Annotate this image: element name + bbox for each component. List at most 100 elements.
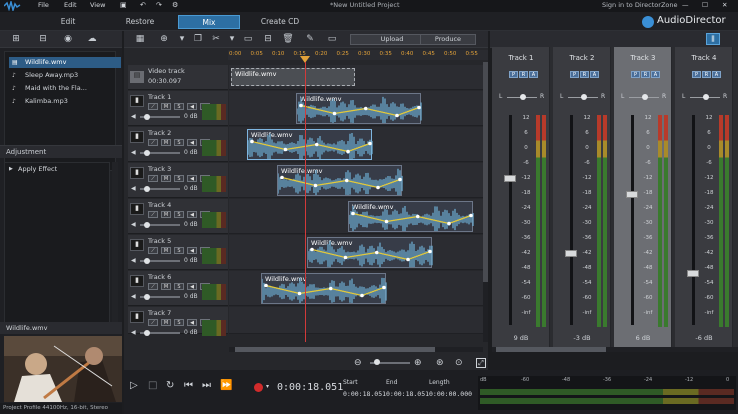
volume-slider-thumb[interactable]: [144, 114, 150, 120]
pan-slider-thumb[interactable]: [581, 94, 587, 100]
mixer-strip-button[interactable]: R: [641, 71, 650, 78]
mixer-strip-button[interactable]: R: [702, 71, 711, 78]
audio-clip[interactable]: Wildlife.wmv: [261, 273, 387, 304]
fader-cap[interactable]: [687, 270, 699, 277]
timeline-settings-icon[interactable]: ▦: [134, 34, 146, 44]
envelope-point[interactable]: [299, 103, 303, 108]
envelope-point[interactable]: [280, 175, 284, 180]
capture-icon[interactable]: ⊟: [37, 34, 49, 44]
redo-icon[interactable]: ↷: [156, 1, 162, 9]
dropdown-arrow-icon[interactable]: ▾: [176, 34, 188, 44]
fader-track[interactable]: [692, 115, 695, 325]
envelope-point[interactable]: [395, 113, 399, 118]
mixer-view-icon[interactable]: ⫼: [706, 33, 720, 45]
play-icon[interactable]: ▷: [130, 380, 138, 391]
loop-icon[interactable]: ↻: [166, 380, 174, 391]
envelope-point[interactable]: [343, 255, 348, 260]
tab-mix[interactable]: Mix: [178, 15, 240, 29]
envelope-point[interactable]: [360, 293, 364, 298]
volume-icon[interactable]: ◀: [187, 319, 197, 326]
envelope-icon[interactable]: ⟋: [148, 247, 158, 254]
audio-clip[interactable]: Wildlife.wmv: [247, 129, 373, 160]
track-lane[interactable]: Wildlife.wmv: [229, 127, 483, 162]
envelope-point[interactable]: [310, 247, 314, 252]
envelope-icon[interactable]: ⟋: [148, 319, 158, 326]
envelope-icon[interactable]: ⟋: [148, 283, 158, 290]
mixer-strip-button[interactable]: R: [519, 71, 528, 78]
volume-icon[interactable]: ◀: [187, 175, 197, 182]
library-item[interactable]: Sleep Away.mp3: [9, 70, 121, 81]
envelope-point[interactable]: [382, 285, 386, 290]
envelope-point[interactable]: [297, 291, 302, 296]
video-track-lane[interactable]: Wildlife.wmv: [229, 65, 483, 90]
zoom-fit-icon[interactable]: ⊛: [436, 358, 444, 368]
mixer-strip-button[interactable]: A: [529, 71, 538, 78]
envelope-point[interactable]: [283, 147, 288, 152]
minimize-button[interactable]: —: [682, 1, 689, 9]
record-dropdown-icon[interactable]: ▾: [266, 383, 269, 390]
library-item[interactable]: Kalimba.mp3: [9, 96, 121, 107]
fast-forward-icon[interactable]: ⏩: [220, 380, 232, 391]
audio-clip[interactable]: Wildlife.wmv: [348, 201, 474, 232]
undo-icon[interactable]: ↶: [140, 1, 146, 9]
mixer-hscrollbar[interactable]: [492, 347, 738, 352]
volume-icon[interactable]: ◀: [187, 103, 197, 110]
track-lane[interactable]: Wildlife.wmv: [229, 91, 483, 126]
envelope-point[interactable]: [368, 141, 372, 146]
fader-cap[interactable]: [565, 250, 577, 257]
delete-icon[interactable]: 🗑: [282, 34, 294, 44]
volume-slider-thumb[interactable]: [144, 222, 150, 228]
envelope-point[interactable]: [428, 249, 432, 254]
volume-icon[interactable]: ◀: [187, 283, 197, 290]
mute-button[interactable]: M: [161, 139, 171, 146]
envelope-point[interactable]: [406, 257, 410, 262]
expand-arrow-icon[interactable]: ▶: [9, 166, 13, 172]
envelope-point[interactable]: [447, 221, 451, 226]
mixer-strip-button[interactable]: A: [712, 71, 721, 78]
envelope-point[interactable]: [344, 178, 349, 183]
mute-button[interactable]: M: [161, 247, 171, 254]
envelope-point[interactable]: [363, 106, 368, 111]
envelope-point[interactable]: [250, 139, 254, 144]
volume-slider-thumb[interactable]: [144, 258, 150, 264]
envelope-point[interactable]: [332, 111, 337, 116]
mixer-strip-button[interactable]: A: [651, 71, 660, 78]
tab-restore[interactable]: Restore: [112, 15, 168, 29]
envelope-point[interactable]: [376, 185, 380, 190]
envelope-point[interactable]: [384, 219, 389, 224]
envelope-icon[interactable]: ⟋: [148, 139, 158, 146]
mixer-strip-button[interactable]: P: [692, 71, 701, 78]
audio-clip[interactable]: Wildlife.wmv: [277, 165, 403, 196]
import-media-icon[interactable]: ⊞: [10, 34, 22, 44]
volume-slider-thumb[interactable]: [144, 330, 150, 336]
fader-track[interactable]: [631, 115, 634, 325]
produce-button[interactable]: Produce: [420, 34, 476, 45]
cloud-icon[interactable]: ☁: [86, 34, 98, 44]
zoom-out-icon[interactable]: ⊖: [354, 358, 362, 368]
track-lane[interactable]: Wildlife.wmv: [229, 163, 483, 198]
envelope-point[interactable]: [415, 214, 420, 219]
zoom-selection-icon[interactable]: ⊙: [455, 358, 463, 368]
solo-button[interactable]: S: [174, 283, 184, 290]
solo-button[interactable]: S: [174, 139, 184, 146]
volume-icon[interactable]: ◀: [187, 211, 197, 218]
timeline-hscrollbar[interactable]: [229, 347, 483, 352]
tab-edit[interactable]: Edit: [40, 15, 96, 29]
solo-button[interactable]: S: [174, 211, 184, 218]
save-icon[interactable]: ▣: [120, 1, 127, 9]
envelope-icon[interactable]: ⟋: [148, 175, 158, 182]
dropdown-arrow-icon[interactable]: ▾: [226, 34, 238, 44]
next-icon[interactable]: ⏭: [202, 380, 211, 391]
envelope-point[interactable]: [469, 213, 473, 218]
pan-slider-thumb[interactable]: [642, 94, 648, 100]
track-lane[interactable]: Wildlife.wmv: [229, 271, 483, 306]
envelope-point[interactable]: [398, 177, 402, 182]
envelope-icon[interactable]: ⟋: [148, 211, 158, 218]
mixer-strip-button[interactable]: P: [509, 71, 518, 78]
mixer-strip-button[interactable]: A: [590, 71, 599, 78]
chat-icon[interactable]: ▭: [326, 34, 338, 44]
volume-slider-thumb[interactable]: [144, 150, 150, 156]
audio-clip[interactable]: Wildlife.wmv: [307, 237, 433, 268]
solo-button[interactable]: S: [174, 103, 184, 110]
fit-to-window-icon[interactable]: ⤢: [476, 358, 486, 368]
